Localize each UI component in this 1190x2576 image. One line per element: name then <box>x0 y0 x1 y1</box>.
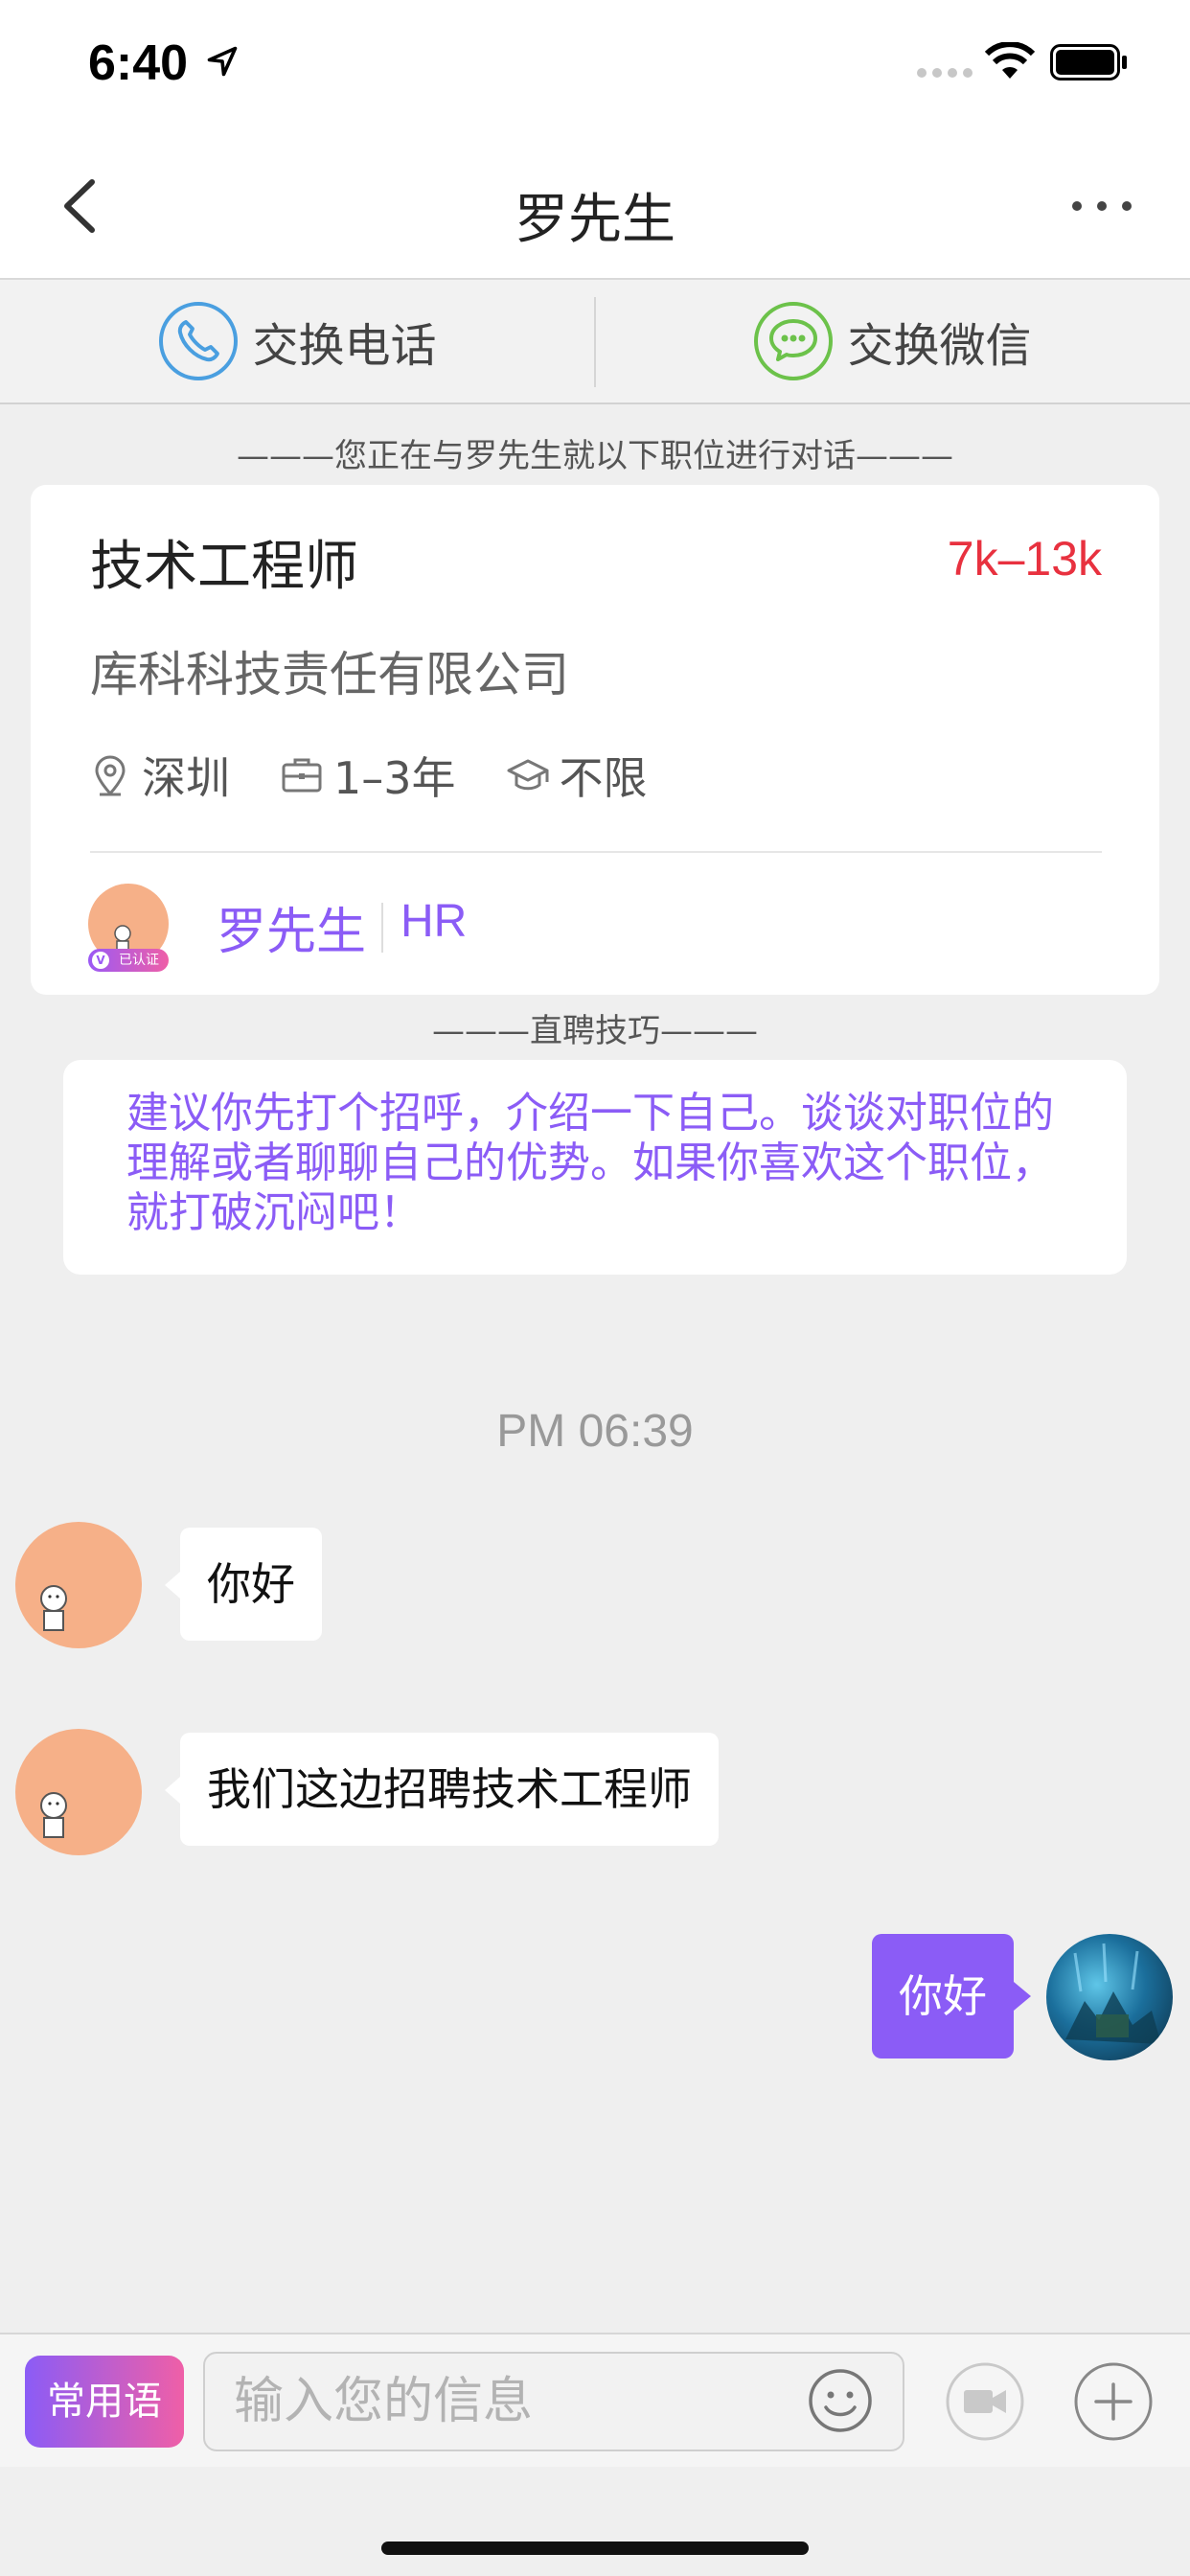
common-phrases-button[interactable]: 常用语 <box>25 2356 184 2448</box>
home-indicator-area <box>0 2467 1190 2576</box>
job-card-divider <box>90 851 1102 853</box>
recruiter-message-avatar[interactable] <box>15 1522 142 1648</box>
tip-text: 建议你先打个招呼，介绍一下自己。谈谈对职位的理解或者聊聊自己的优势。如果你喜欢这… <box>126 1089 1054 1237</box>
own-message-bubble[interactable]: 你好 <box>872 1934 1031 2058</box>
battery-icon <box>1050 44 1127 80</box>
underwater-scene-icon <box>1065 1943 1161 2044</box>
status-bar: 6:40 <box>0 0 1190 134</box>
recruiter-separator <box>381 903 383 953</box>
home-indicator[interactable] <box>381 2542 809 2555</box>
cartoon-figure-icon <box>40 1585 67 1631</box>
signal-icon <box>917 68 973 78</box>
message-timestamp: PM 06:39 <box>496 1406 694 1457</box>
location-pin-icon <box>95 755 126 796</box>
message-bubble[interactable]: 你好 <box>165 1528 322 1641</box>
message-input[interactable] <box>203 2352 904 2451</box>
job-location-text: 深圳 <box>142 752 230 804</box>
job-experience-text: 1–3年 <box>333 752 456 804</box>
exchange-bar: 交换电话 交换微信 <box>0 280 1190 404</box>
graduation-cap-icon <box>507 759 549 791</box>
status-time: 6:40 <box>88 35 189 91</box>
message-bubble[interactable]: 我们这边招聘技术工程师 <box>165 1733 719 1846</box>
location-arrow-icon <box>207 46 238 77</box>
wifi-icon <box>985 42 1035 79</box>
verified-badge-text: 已认证 <box>119 953 159 968</box>
conversation-context-note: ———您正在与罗先生就以下职位进行对话——— <box>237 437 953 475</box>
recruiter-message-avatar[interactable] <box>15 1729 142 1855</box>
more-options-icon[interactable] <box>1064 192 1140 220</box>
phone-icon <box>159 302 239 380</box>
exchange-wechat-label: 交换微信 <box>847 319 1032 373</box>
user-avatar[interactable] <box>1046 1934 1173 2060</box>
recruiter-name: 罗先生 <box>217 904 367 961</box>
job-location: 深圳 <box>88 744 230 807</box>
job-meta: 深圳 1–3年 不限 <box>88 744 698 807</box>
exchange-phone-button[interactable]: 交换电话 <box>0 280 595 402</box>
emoji-icon[interactable] <box>807 2367 874 2434</box>
briefcase-icon <box>282 758 322 793</box>
exchange-phone-label: 交换电话 <box>252 319 437 373</box>
nav-bar: 罗先生 <box>0 134 1190 280</box>
add-icon[interactable] <box>1073 2361 1154 2442</box>
tips-header: ———直聘技巧——— <box>432 1012 758 1050</box>
job-education: 不限 <box>506 744 648 807</box>
cartoon-figure-icon <box>40 1792 67 1838</box>
exchange-wechat-button[interactable]: 交换微信 <box>595 280 1190 402</box>
job-experience: 1–3年 <box>280 744 456 807</box>
job-salary: 7k–13k <box>947 532 1102 586</box>
job-education-text: 不限 <box>559 752 648 804</box>
job-company: 库科科技责任有限公司 <box>90 647 569 702</box>
tip-box: 建议你先打个招呼，介绍一下自己。谈谈对职位的理解或者聊聊自己的优势。如果你喜欢这… <box>63 1060 1127 1275</box>
job-title: 技术工程师 <box>90 536 358 598</box>
wechat-icon <box>754 302 834 380</box>
recruiter-role: HR <box>400 896 468 947</box>
video-call-icon[interactable] <box>945 2361 1025 2442</box>
verified-mark: V <box>92 952 109 969</box>
input-bar: 常用语 <box>0 2333 1190 2467</box>
page-title: 罗先生 <box>515 189 675 251</box>
verified-badge: V 已认证 <box>88 949 169 972</box>
job-card[interactable]: 技术工程师 7k–13k 库科科技责任有限公司 深圳 1–3年 不限 V 已认证… <box>31 485 1159 995</box>
